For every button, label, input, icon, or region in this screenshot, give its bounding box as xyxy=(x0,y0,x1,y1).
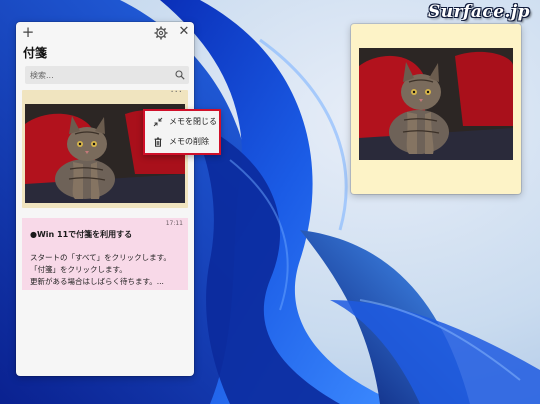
close-icon[interactable]: ✕ xyxy=(176,24,192,40)
search-icon[interactable] xyxy=(175,70,185,80)
note-timestamp: 17:11 xyxy=(165,220,183,227)
note-line: 更新がある場合はしばらく待ちます。... xyxy=(30,277,164,286)
menu-item-delete-note[interactable]: メモの削除 xyxy=(145,132,219,152)
ellipsis-icon[interactable]: ··· xyxy=(170,87,183,98)
note-line: 「付箋」をクリックします。 xyxy=(30,265,127,274)
watermark-logo: Surface.jp xyxy=(427,2,530,22)
sticky-notes-list-window: + ✕ 付箋 ··· xyxy=(16,22,194,376)
note-heading: ●Win 11で付箋を利用する xyxy=(30,230,133,239)
plus-icon[interactable]: + xyxy=(20,24,36,40)
note-context-menu: メモを閉じる メモの削除 xyxy=(143,109,221,155)
gear-icon[interactable] xyxy=(153,25,169,41)
title-bar: + ✕ xyxy=(16,22,194,44)
page-title: 付箋 xyxy=(23,46,48,60)
search-box xyxy=(25,66,189,84)
note-card-text[interactable]: 17:11 ●Win 11で付箋を利用する スタートの「すべて」をクリックします… xyxy=(22,218,188,290)
trash-icon xyxy=(154,137,162,147)
note-line: スタートの「すべて」をクリックします。 xyxy=(30,253,171,262)
search-input[interactable] xyxy=(30,67,170,83)
menu-item-label: メモの削除 xyxy=(169,137,209,146)
collapse-arrows-icon xyxy=(153,117,163,127)
menu-item-close-note[interactable]: メモを閉じる xyxy=(145,112,219,132)
menu-item-label: メモを閉じる xyxy=(169,117,217,126)
kitten-photo xyxy=(359,48,513,160)
open-note-window[interactable] xyxy=(351,24,521,194)
